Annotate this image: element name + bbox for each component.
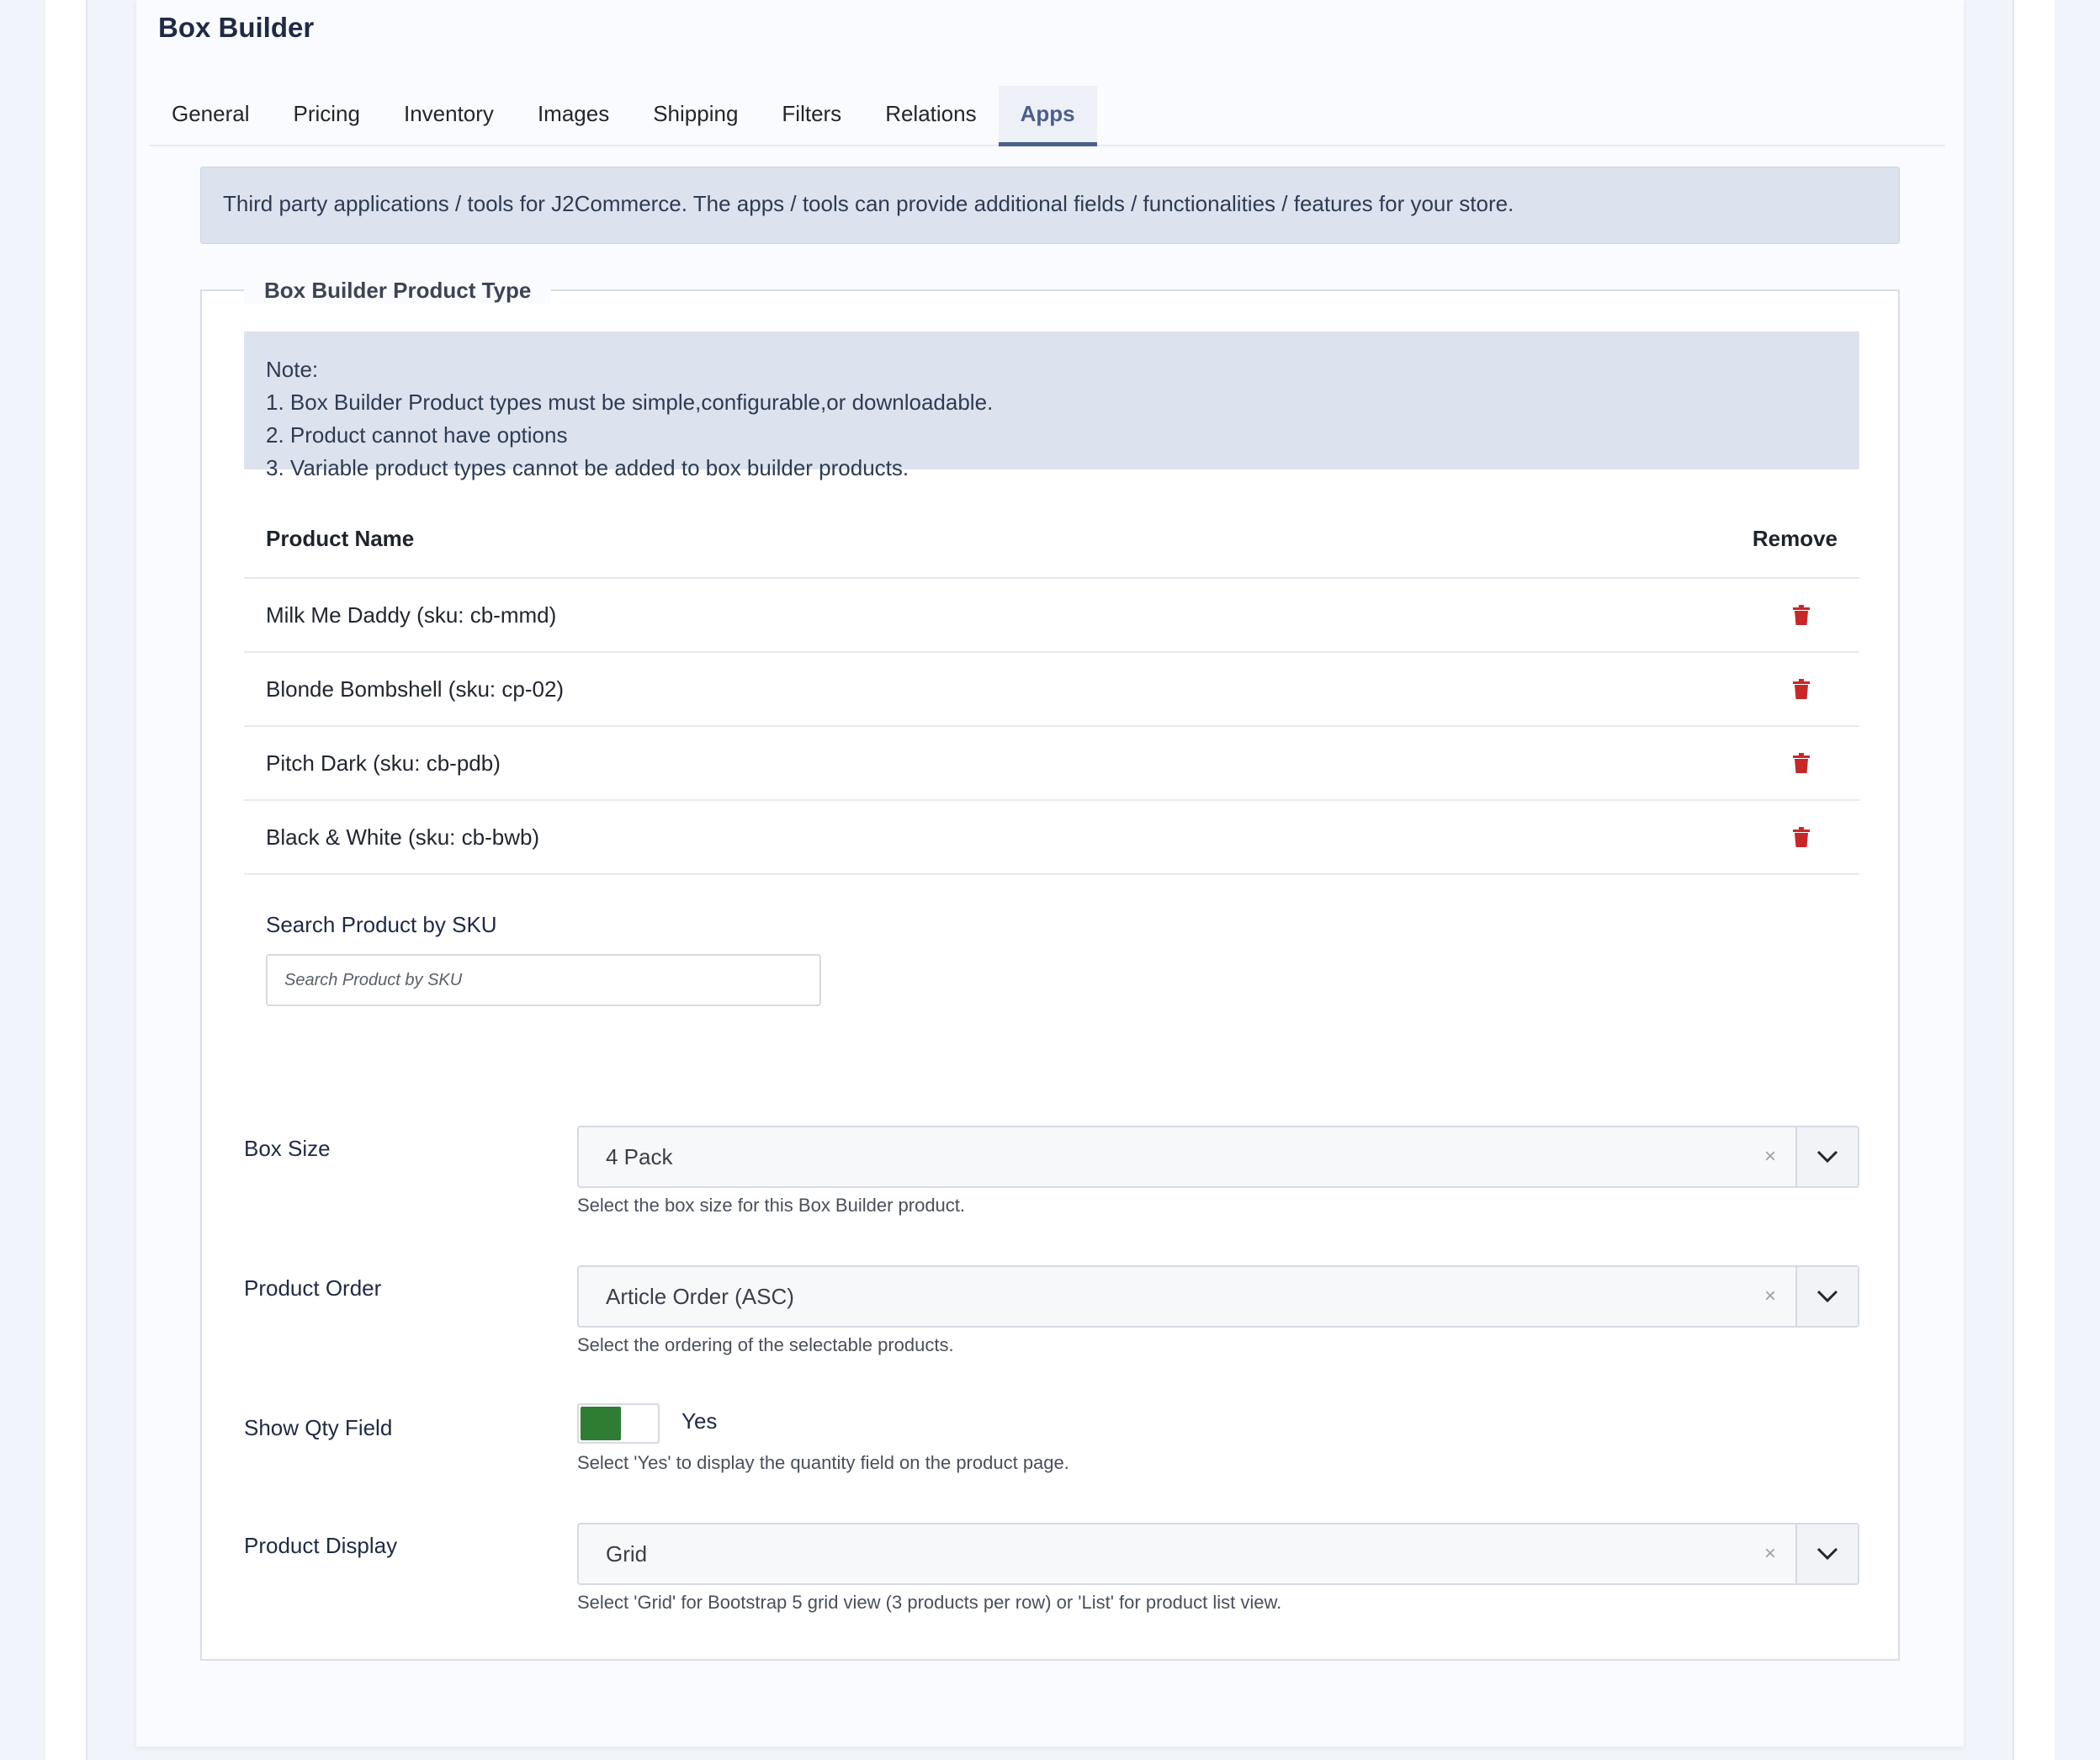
product-display-select[interactable]: Grid × — [577, 1523, 1859, 1585]
chevron-down-icon[interactable] — [1795, 1267, 1858, 1326]
trash-icon[interactable] — [1792, 679, 1811, 699]
product-order-select[interactable]: Article Order (ASC) × — [577, 1265, 1859, 1328]
tab-relations[interactable]: Relations — [863, 86, 998, 146]
table-row: Blonde Bombshell (sku: cp-02) — [244, 653, 1859, 727]
tab-general[interactable]: General — [150, 86, 272, 146]
clear-icon[interactable]: × — [1745, 1285, 1795, 1308]
tab-inventory[interactable]: Inventory — [382, 86, 516, 146]
header-remove: Remove — [1752, 525, 1838, 551]
product-name: Pitch Dark (sku: cb-pdb) — [266, 750, 501, 776]
box-builder-card: Box Builder General Pricing Inventory Im… — [136, 0, 1964, 1747]
note-heading: Note: — [266, 357, 319, 382]
table-row: Pitch Dark (sku: cb-pdb) — [244, 727, 1859, 801]
tab-images[interactable]: Images — [516, 86, 631, 146]
box-builder-fieldset: Box Builder Product Type Note: 1. Box Bu… — [200, 278, 1900, 1661]
product-order-value: Article Order (ASC) — [606, 1283, 794, 1309]
note-box: Note: 1. Box Builder Product types must … — [244, 331, 1859, 480]
page-title: Box Builder — [158, 12, 315, 43]
tab-apps[interactable]: Apps — [998, 86, 1097, 146]
right-rail — [2012, 0, 2055, 1760]
trash-icon[interactable] — [1792, 827, 1811, 847]
chevron-down-icon[interactable] — [1795, 1127, 1858, 1186]
fieldset-legend: Box Builder Product Type — [244, 278, 552, 304]
info-banner: Third party applications / tools for J2C… — [200, 167, 1900, 244]
table-header: Product Name Remove — [244, 500, 1859, 579]
box-size-select[interactable]: 4 Pack × — [577, 1126, 1859, 1188]
trash-icon[interactable] — [1792, 605, 1811, 625]
header-product-name: Product Name — [266, 525, 415, 551]
show-qty-label: Show Qty Field — [244, 1415, 393, 1440]
note-line: 1. Box Builder Product types must be sim… — [266, 390, 994, 415]
search-sku-label: Search Product by SKU — [266, 912, 497, 937]
left-rail — [45, 0, 88, 1760]
note-line: 2. Product cannot have options — [266, 422, 568, 448]
search-sku-input[interactable] — [266, 954, 821, 1006]
show-qty-value: Yes — [681, 1408, 718, 1434]
page: Box Builder General Pricing Inventory Im… — [0, 0, 2100, 1760]
box-size-label: Box Size — [244, 1136, 331, 1161]
show-qty-help: Select 'Yes' to display the quantity fie… — [577, 1452, 1069, 1473]
product-name: Blonde Bombshell (sku: cp-02) — [266, 676, 565, 702]
product-name: Black & White (sku: cb-bwb) — [266, 824, 540, 850]
product-name: Milk Me Daddy (sku: cb-mmd) — [266, 602, 557, 628]
note-line: 3. Variable product types cannot be adde… — [266, 455, 909, 480]
chevron-down-icon[interactable] — [1795, 1524, 1858, 1583]
product-display-value: Grid — [606, 1540, 648, 1567]
product-order-label: Product Order — [244, 1275, 382, 1301]
table-row: Black & White (sku: cb-bwb) — [244, 801, 1859, 875]
box-size-value: 4 Pack — [606, 1143, 673, 1169]
product-table: Product Name Remove Milk Me Daddy (sku: … — [244, 500, 1859, 875]
clear-icon[interactable]: × — [1745, 1145, 1795, 1169]
tab-shipping[interactable]: Shipping — [631, 86, 760, 146]
tab-pricing[interactable]: Pricing — [272, 86, 382, 146]
box-size-help: Select the box size for this Box Builder… — [577, 1195, 966, 1216]
toggle-knob — [581, 1407, 621, 1440]
tab-filters[interactable]: Filters — [760, 86, 863, 146]
show-qty-toggle[interactable] — [577, 1403, 660, 1444]
clear-icon[interactable]: × — [1745, 1542, 1795, 1566]
product-order-help: Select the ordering of the selectable pr… — [577, 1334, 954, 1355]
tab-bar: General Pricing Inventory Images Shippin… — [150, 86, 1945, 146]
trash-icon[interactable] — [1792, 753, 1811, 773]
table-row: Milk Me Daddy (sku: cb-mmd) — [244, 579, 1859, 653]
product-display-help: Select 'Grid' for Bootstrap 5 grid view … — [577, 1592, 1282, 1613]
product-display-label: Product Display — [244, 1533, 398, 1558]
